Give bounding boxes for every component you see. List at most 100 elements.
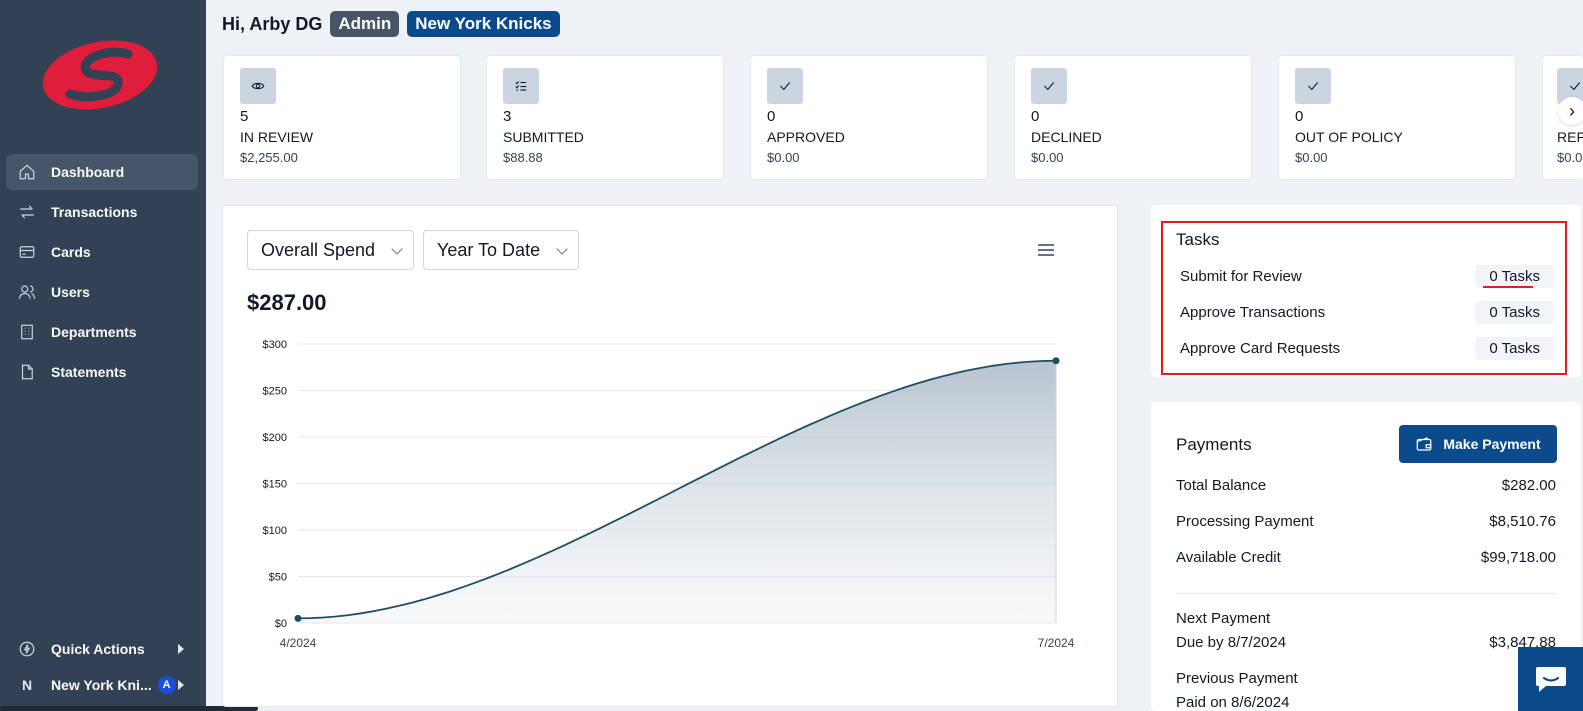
quick-actions[interactable]: Quick Actions [6,634,198,664]
payments-title: Payments [1176,435,1252,454]
previous-payment-label: Previous Payment [1176,670,1298,687]
sidebar-item-departments[interactable]: Departments [6,314,198,350]
y-tick-label: $100 [263,525,287,537]
sidebar-item-label: Departments [51,324,137,340]
sidebar-item-label: Transactions [51,204,138,220]
y-tick-label: $200 [263,432,287,444]
x-tick-label: 4/2024 [280,636,317,650]
stat-card-submitted[interactable]: 3 SUBMITTED $88.88 [486,55,724,180]
stat-label: SUBMITTED [503,129,584,145]
sidebar-item-dashboard[interactable]: Dashboard [6,154,198,190]
avatar: A [157,676,176,694]
next-payment-due: Due by 8/7/2024 [1176,634,1287,651]
company-logo[interactable] [40,36,160,114]
stat-amount: $0.00 [1031,150,1064,165]
task-row-approve-card-requests[interactable]: Approve Card Requests 0 Tasks [1180,336,1554,360]
task-count[interactable]: 0 Tasks [1475,300,1554,324]
stat-count: 0 [1031,108,1040,125]
y-tick-label: $0 [275,618,287,630]
wallet-icon [1417,437,1432,451]
chevron-down-icon [391,243,403,255]
make-payment-label: Make Payment [1443,436,1541,452]
eye-icon [240,68,276,104]
payment-row-value: $99,718.00 [1480,549,1556,566]
sidebar-item-transactions[interactable]: Transactions [6,194,198,230]
check-icon [1031,68,1067,104]
stat-label: DECLINED [1031,129,1102,145]
chat-widget-button[interactable] [1518,647,1583,711]
payment-row-available-credit: Available Credit $99,718.00 [1176,549,1556,566]
stat-amount: $0.00 [1295,150,1328,165]
home-icon [18,163,36,181]
sidebar-item-cards[interactable]: Cards [6,234,198,270]
greeting-text: Hi, Arby DG [222,13,323,34]
org-switcher[interactable]: N New York Kni... A [6,670,198,700]
payment-row-label: Total Balance [1176,477,1267,494]
document-icon [18,363,36,381]
metric-select[interactable]: Overall Spend [247,230,414,270]
task-count[interactable]: 0 Tasks [1475,336,1554,360]
stat-amount: $0.00 [767,150,800,165]
spend-total: $287.00 [247,290,327,315]
check-icon [767,68,803,104]
org-name: New York Kni... [51,677,152,693]
sidebar-item-users[interactable]: Users [6,274,198,310]
stat-amount: $0.0 [1557,150,1583,165]
stat-card-out-of-policy[interactable]: 0 OUT OF POLICY $0.00 [1278,55,1516,180]
stat-card-declined[interactable]: 0 DECLINED $0.00 [1014,55,1252,180]
sidebar-item-label: Users [51,284,90,300]
task-label: Approve Card Requests [1180,339,1341,357]
make-payment-button[interactable]: Make Payment [1399,425,1557,463]
sidebar-item-label: Statements [51,364,127,380]
chart-menu-icon[interactable] [1038,244,1054,256]
next-payment-label: Next Payment [1176,610,1271,627]
chat-bubble-icon [1535,667,1566,692]
team-badge: New York Knicks [407,11,560,37]
stat-count: 0 [767,108,776,125]
stat-card-approved[interactable]: 0 APPROVED $0.00 [750,55,988,180]
tasks-title: Tasks [1176,230,1220,249]
x-tick-label: 7/2024 [1038,636,1075,650]
carousel-next-button[interactable]: › [1558,97,1583,125]
task-row-approve-transactions[interactable]: Approve Transactions 0 Tasks [1180,300,1554,324]
org-initial: N [21,677,33,693]
period-select[interactable]: Year To Date [423,230,579,270]
stat-count: 5 [240,108,249,125]
transfer-icon [18,203,36,221]
stat-card-in-review[interactable]: 5 IN REVIEW $2,255.00 [223,55,461,180]
building-icon [18,323,36,341]
data-point-end[interactable] [1052,357,1060,365]
spend-chart-panel: Overall Spend Year To Date $287.00 $300 $… [222,205,1118,707]
quick-actions-label: Quick Actions [51,641,145,657]
card-icon [18,243,36,261]
role-badge: Admin [330,11,400,37]
y-tick-label: $150 [263,479,287,491]
task-label: Approve Transactions [1180,303,1326,321]
bolt-icon [18,640,36,658]
data-point-start[interactable] [294,614,302,622]
period-select-value: Year To Date [437,239,541,260]
spend-area [298,360,1056,623]
check-icon [1295,68,1331,104]
sidebar: Dashboard Transactions Cards Users Depar… [0,0,258,711]
y-tick-label: $300 [263,339,287,351]
spend-area-chart: $300 $250 $200 $150 $100 $50 $0 4/2024 7/2024 [263,339,1075,650]
payment-row-label: Available Credit [1176,549,1281,566]
stat-amount: $2,255.00 [240,150,298,165]
divider [1176,593,1556,594]
highlight-underline [1483,286,1533,288]
horizontal-scrollbar[interactable] [0,706,258,711]
stat-count: 0 [1295,108,1304,125]
payment-row-processing: Processing Payment $8,510.76 [1176,513,1556,530]
stat-count: 3 [503,108,512,125]
task-row-submit-for-review[interactable]: Submit for Review 0 Tasks [1180,264,1554,288]
task-label: Submit for Review [1180,267,1302,285]
payment-row-label: Processing Payment [1176,513,1314,530]
stat-label: IN REVIEW [240,129,314,145]
chevron-right-icon [178,644,184,654]
sidebar-item-statements[interactable]: Statements [6,354,198,390]
task-count[interactable]: 0 Tasks [1475,264,1554,288]
users-icon [18,283,36,301]
y-tick-label: $250 [263,386,287,398]
previous-payment-date: Paid on 8/6/2024 [1176,694,1290,711]
